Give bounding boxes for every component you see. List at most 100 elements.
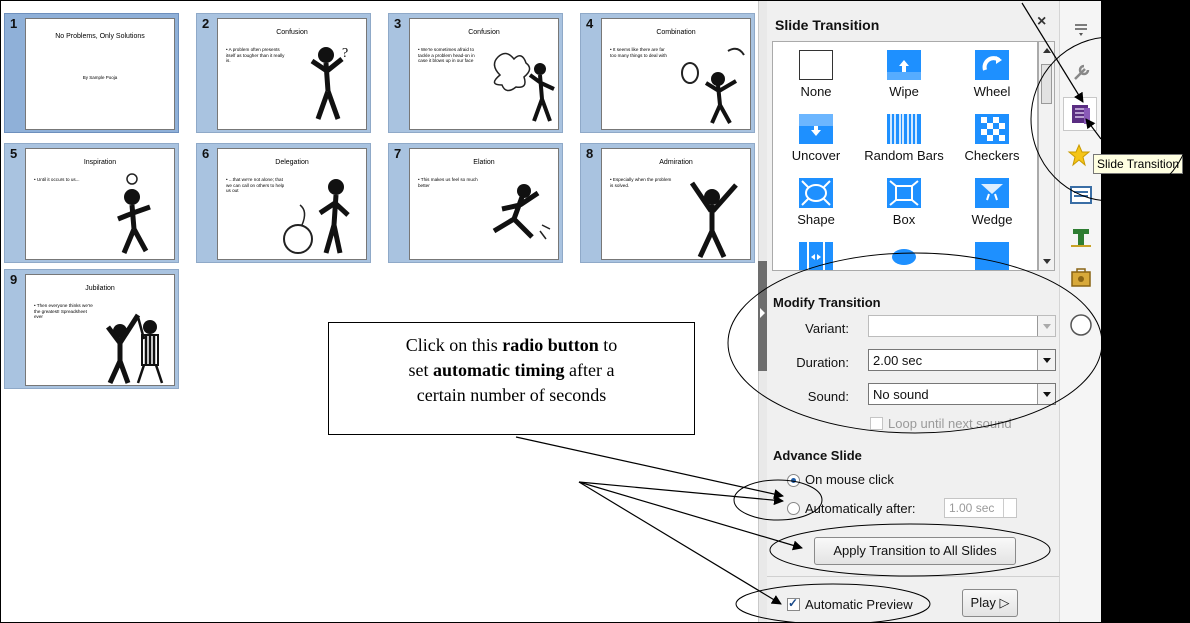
- automatically-after-radio[interactable]: [787, 502, 800, 515]
- auto-time-value: 1.00 sec: [949, 501, 995, 515]
- chevron-down-icon[interactable]: [1037, 384, 1055, 404]
- loop-sound-label: Loop until next sound: [888, 416, 1012, 431]
- play-button[interactable]: Play ▷: [962, 589, 1018, 617]
- gallery-scrollbar[interactable]: [1038, 41, 1055, 271]
- on-mouse-click-label: On mouse click: [805, 472, 894, 487]
- transition-shape[interactable]: Shape: [773, 170, 859, 230]
- arrow-to-radio-2: [578, 481, 784, 506]
- callout-line-3: certain number of seconds: [416, 385, 607, 405]
- slide-bullet: • It seems like there are far too many t…: [610, 47, 667, 58]
- slide-thumbnail-7[interactable]: 7 Elation • This makes us feel so much b…: [388, 143, 563, 263]
- slide-number: 3: [394, 16, 402, 31]
- slide-title: Jubilation: [85, 285, 115, 292]
- wedge-icon: [975, 178, 1009, 208]
- callout-line-1: Click on this radio button to: [405, 335, 618, 355]
- variant-dropdown[interactable]: [868, 315, 1056, 337]
- master-slides-icon[interactable]: [1069, 183, 1093, 207]
- callout-line-2: set automatic timing after a: [408, 360, 615, 380]
- slide-thumbnail-2[interactable]: 2 Confusion • A problem often presents i…: [196, 13, 371, 133]
- auto-time-spinner[interactable]: 1.00 sec: [944, 498, 1017, 518]
- navigator-icon[interactable]: [1069, 313, 1093, 337]
- modify-transition-heading: Modify Transition: [773, 295, 881, 310]
- slide-preview: Confusion • A problem often presents its…: [217, 18, 367, 130]
- transition-label: Random Bars: [864, 148, 944, 163]
- confused-figure-clipart: ?: [310, 46, 348, 120]
- slide-preview: Delegation • ...that we're not alone; th…: [217, 148, 367, 260]
- slide-thumbnail-1[interactable]: 1 No Problems, Only Solutions By Sample …: [4, 13, 179, 133]
- apply-to-all-slides-button[interactable]: Apply Transition to All Slides: [814, 537, 1016, 565]
- transition-box[interactable]: Box: [861, 170, 947, 230]
- scroll-down-icon[interactable]: [1043, 259, 1051, 264]
- transition-wedge[interactable]: Wedge: [949, 170, 1035, 230]
- slide-preview: Inspiration • Until it occurs to us...: [25, 148, 175, 260]
- circle-icon: [887, 242, 921, 270]
- cheering-figure-clipart: [689, 181, 738, 259]
- transition-random-bars[interactable]: Random Bars: [861, 106, 947, 166]
- styles-icon[interactable]: [1069, 225, 1093, 249]
- on-mouse-click-radio[interactable]: [787, 474, 800, 487]
- transition-next-row-1[interactable]: [773, 234, 859, 270]
- checkers-icon: [975, 114, 1009, 144]
- transition-label: Checkers: [964, 148, 1020, 163]
- automatically-after-label: Automatically after:: [805, 501, 916, 516]
- slide-title: Combination: [656, 29, 696, 36]
- slide-title: Delegation: [275, 159, 309, 166]
- slide-preview: Jubilation • Then everyone thinks we're …: [25, 274, 175, 386]
- slide-thumbnail-3[interactable]: 3 Confusion • We're sometimes afraid to …: [388, 13, 563, 133]
- slide-title: No Problems, Only Solutions: [55, 33, 145, 40]
- slide-number: 2: [202, 16, 210, 31]
- transition-uncover[interactable]: Uncover: [773, 106, 859, 166]
- transition-checkers[interactable]: Checkers: [949, 106, 1035, 166]
- duration-label: Duration:: [796, 355, 849, 370]
- duration-dropdown[interactable]: 2.00 sec: [868, 349, 1056, 371]
- transition-label: Shape: [797, 212, 835, 227]
- transition-wheel[interactable]: Wheel: [949, 42, 1035, 102]
- scroll-thumb[interactable]: [1041, 64, 1052, 104]
- slide-transition-icon: [1072, 105, 1090, 124]
- loop-sound-checkbox[interactable]: [870, 417, 883, 430]
- arrow-to-preview-checkbox: [578, 481, 782, 605]
- spinner-arrows-icon[interactable]: [1003, 499, 1016, 517]
- expand-arrow-icon: [760, 308, 765, 318]
- automatic-preview-checkbox[interactable]: [787, 596, 800, 611]
- transition-wipe[interactable]: Wipe: [861, 42, 947, 102]
- scroll-up-icon[interactable]: [1043, 48, 1051, 53]
- transition-gallery: None Wipe Wheel Uncover Random Bars Chec…: [772, 41, 1038, 271]
- shape-icon: [799, 178, 833, 208]
- slide-title: Admiration: [659, 159, 693, 166]
- animation-icon[interactable]: [1067, 143, 1091, 167]
- slide-thumbnail-5[interactable]: 5 Inspiration • Until it occurs to us...: [4, 143, 179, 263]
- transition-next-row-2[interactable]: [861, 234, 947, 270]
- slide-thumbnail-9[interactable]: 9 Jubilation • Then everyone thinks we'r…: [4, 269, 179, 389]
- slide-transition-tab[interactable]: [1063, 97, 1097, 131]
- slide-thumbnail-4[interactable]: 4 Combination • It seems like there are …: [580, 13, 755, 133]
- sound-label: Sound:: [807, 389, 849, 404]
- transition-none[interactable]: None: [773, 42, 859, 102]
- slide-title: Confusion: [468, 29, 500, 36]
- instruction-callout: Click on this radio button to set automa…: [328, 322, 695, 435]
- transition-label: Wedge: [971, 212, 1013, 227]
- wheel-icon: [975, 50, 1009, 80]
- slide-preview: Elation • This makes us feel so much bet…: [409, 148, 559, 260]
- sound-value: No sound: [873, 387, 929, 402]
- close-icon[interactable]: ×: [1037, 13, 1046, 31]
- wipe-icon: [887, 50, 921, 80]
- slide-title: Inspiration: [83, 159, 117, 166]
- sound-dropdown[interactable]: No sound: [868, 383, 1056, 405]
- automatic-preview-label: Automatic Preview: [805, 597, 913, 612]
- fade-icon: [975, 242, 1009, 270]
- menu-icon[interactable]: [1069, 17, 1093, 41]
- transition-next-row-3[interactable]: [949, 234, 1035, 270]
- transition-none-icon: [799, 50, 833, 80]
- gallery-icon[interactable]: [1069, 265, 1093, 289]
- properties-icon[interactable]: [1069, 61, 1093, 85]
- slide-thumbnail-8[interactable]: 8 Admiration • Especially when the probl…: [580, 143, 755, 263]
- chevron-down-icon[interactable]: [1037, 350, 1055, 370]
- slide-thumbnail-6[interactable]: 6 Delegation • ...that we're not alone; …: [196, 143, 371, 263]
- chevron-down-icon[interactable]: [1037, 316, 1055, 336]
- slide-preview: Combination • It seems like there are fa…: [601, 18, 751, 130]
- slide-bullet: • Especially when the problem is solved.: [610, 177, 672, 188]
- slide-bullet: • This makes us feel so much better: [418, 177, 478, 188]
- sidebar-deck: [1059, 1, 1101, 622]
- slide-number: 9: [10, 272, 18, 287]
